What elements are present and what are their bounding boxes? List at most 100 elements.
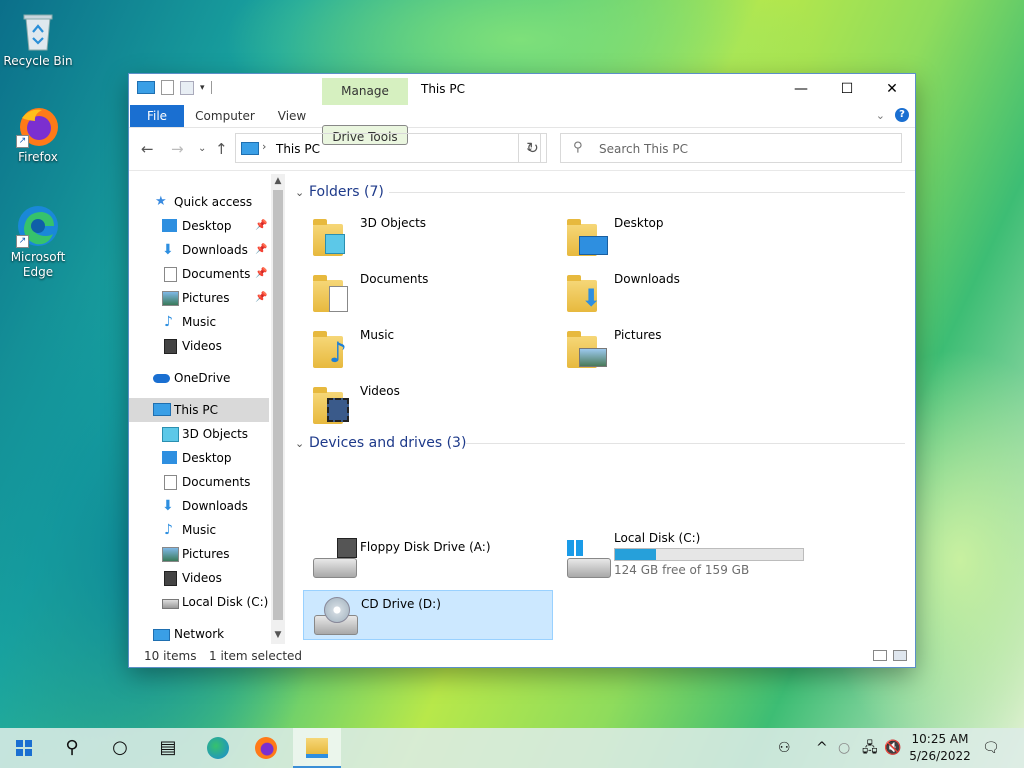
start-button[interactable] (0, 728, 48, 768)
folders-group-header[interactable]: ⌄ Folders (7) (295, 181, 384, 203)
forward-arrow-icon[interactable]: → (171, 140, 184, 158)
pin-icon[interactable]: 📌 (255, 286, 267, 310)
nav-pc-local-disk[interactable]: Local Disk (C:) (129, 590, 269, 614)
search-icon: ⚲ (573, 140, 583, 155)
recent-locations-icon[interactable]: ⌄ (198, 143, 206, 154)
nav-pc-videos[interactable]: Videos (129, 566, 269, 590)
desktop-icon-label: Microsoft Edge (10, 250, 66, 279)
nav-label: Quick access (174, 195, 253, 209)
nav-label: Pictures (182, 291, 230, 305)
refresh-button[interactable]: ↻ (518, 133, 547, 163)
ribbon-tabs: File Computer View Drive Tools ⌄ ? (129, 105, 915, 145)
nav-pc-3d-objects[interactable]: 3D Objects (129, 422, 269, 446)
notification-icon[interactable]: 🗨 (982, 728, 1000, 768)
details-view-icon[interactable] (873, 650, 887, 661)
tab-manage[interactable]: Manage (322, 78, 408, 105)
scroll-down-icon[interactable]: ▼ (271, 628, 285, 642)
nav-quick-videos[interactable]: Videos (129, 334, 269, 358)
task-view-button[interactable]: ▤ (144, 728, 192, 768)
drive-floppy-a[interactable]: Floppy Disk Drive (A:) (303, 534, 553, 584)
folder-videos[interactable]: Videos (303, 378, 553, 428)
firefox-icon: ↗ (16, 104, 60, 148)
cortana-button[interactable]: ○ (96, 728, 144, 768)
nav-pc-downloads[interactable]: ⬇ Downloads (129, 494, 269, 518)
download-arrow-icon: ⬇ (162, 498, 174, 514)
close-button[interactable]: ✕ (869, 74, 915, 104)
nav-label: Downloads (182, 243, 248, 257)
edge-icon (207, 737, 229, 759)
window-title: This PC (421, 82, 465, 96)
search-input[interactable] (597, 138, 891, 160)
tab-file[interactable]: File (130, 105, 184, 127)
up-arrow-icon[interactable]: ↑ (215, 140, 228, 158)
disk-free-text: 124 GB free of 159 GB (614, 563, 750, 577)
folder-icon (313, 214, 353, 256)
folder-music[interactable]: ♪ Music (303, 322, 553, 372)
network-tray-icon[interactable]: 🖧 (862, 728, 878, 768)
pin-icon[interactable]: 📌 (255, 238, 267, 262)
drive-local-disk-c[interactable]: Local Disk (C:) 124 GB free of 159 GB (557, 531, 903, 584)
document-icon (164, 475, 177, 490)
taskbar-file-explorer[interactable] (293, 728, 341, 768)
nav-label: Videos (182, 571, 222, 585)
nav-quick-documents[interactable]: Documents 📌 (129, 262, 269, 286)
help-icon[interactable]: ? (895, 108, 909, 122)
nav-pc-music[interactable]: ♪ Music (129, 518, 269, 542)
nav-quick-desktop[interactable]: Desktop 📌 (129, 214, 269, 238)
title-bar[interactable]: ▾ Manage This PC — ☐ ✕ (129, 74, 915, 105)
desktop-icon-edge[interactable]: ↗ Microsoft Edge (0, 204, 76, 280)
navigation-pane: ★ Quick access Desktop 📌 ⬇ Downloads 📌 D… (129, 174, 271, 644)
nav-this-pc[interactable]: This PC (129, 398, 269, 422)
music-note-icon: ♪ (164, 314, 173, 330)
folder-downloads[interactable]: ⬇ Downloads (557, 266, 807, 316)
desktop-icon-recycle-bin[interactable]: Recycle Bin (0, 8, 76, 69)
properties-icon[interactable] (161, 80, 174, 95)
nav-quick-access[interactable]: ★ Quick access (129, 190, 269, 214)
desktop-icon-firefox[interactable]: ↗ Firefox (0, 104, 76, 165)
folder-3d-objects[interactable]: 3D Objects (303, 210, 553, 260)
scroll-up-icon[interactable]: ▲ (271, 174, 285, 188)
status-circle-icon[interactable]: ○ (838, 728, 850, 768)
search-box[interactable]: ⚲ (560, 133, 902, 163)
film-icon (164, 339, 177, 354)
pin-icon[interactable]: 📌 (255, 214, 267, 238)
taskbar-edge[interactable] (194, 728, 242, 768)
expand-ribbon-icon[interactable]: ⌄ (876, 109, 885, 122)
tab-view[interactable]: View (269, 105, 315, 127)
shortcut-arrow-icon: ↗ (16, 235, 29, 248)
nav-quick-pictures[interactable]: Pictures 📌 (129, 286, 269, 310)
nav-onedrive[interactable]: OneDrive (129, 366, 269, 390)
new-folder-icon[interactable] (180, 80, 194, 95)
tab-computer[interactable]: Computer (191, 105, 259, 127)
nav-quick-music[interactable]: ♪ Music (129, 310, 269, 334)
minimize-button[interactable]: — (778, 74, 824, 104)
tile-label: Desktop (614, 216, 664, 230)
folder-pictures[interactable]: Pictures (557, 322, 807, 372)
maximize-button[interactable]: ☐ (824, 74, 870, 104)
nav-network[interactable]: Network (129, 622, 269, 646)
system-clock[interactable]: 10:25 AM 5/26/2022 (907, 731, 973, 765)
navigation-scrollbar[interactable]: ▲ ▼ (271, 174, 285, 644)
folder-desktop[interactable]: Desktop (557, 210, 807, 260)
people-icon[interactable]: ⚇ (778, 728, 791, 768)
nav-pc-documents[interactable]: Documents (129, 470, 269, 494)
folder-documents[interactable]: Documents (303, 266, 553, 316)
devices-group-header[interactable]: ⌄ Devices and drives (3) (295, 432, 466, 454)
breadcrumb-chevron-icon[interactable]: › (262, 140, 266, 153)
nav-pc-desktop[interactable]: Desktop (129, 446, 269, 470)
show-hidden-icons-chevron-icon[interactable]: ^ (816, 728, 828, 768)
search-taskbar-button[interactable]: ⚲ (48, 728, 96, 768)
taskbar-firefox[interactable] (242, 728, 290, 768)
nav-pc-pictures[interactable]: Pictures (129, 542, 269, 566)
nav-quick-downloads[interactable]: ⬇ Downloads 📌 (129, 238, 269, 262)
tiles-view-icon[interactable] (893, 650, 907, 661)
volume-muted-icon[interactable]: 🔇 (884, 728, 901, 768)
pin-icon[interactable]: 📌 (255, 262, 267, 286)
drive-cd-d[interactable]: CD Drive (D:) (303, 590, 553, 640)
collapse-chevron-icon[interactable]: ⌄ (295, 182, 309, 204)
address-field[interactable]: › This PC ⌄ (235, 133, 541, 163)
collapse-chevron-icon[interactable]: ⌄ (295, 433, 309, 455)
scrollbar-thumb[interactable] (273, 190, 283, 620)
qat-dropdown-icon[interactable]: ▾ (200, 83, 205, 93)
back-arrow-icon[interactable]: ← (141, 140, 154, 158)
